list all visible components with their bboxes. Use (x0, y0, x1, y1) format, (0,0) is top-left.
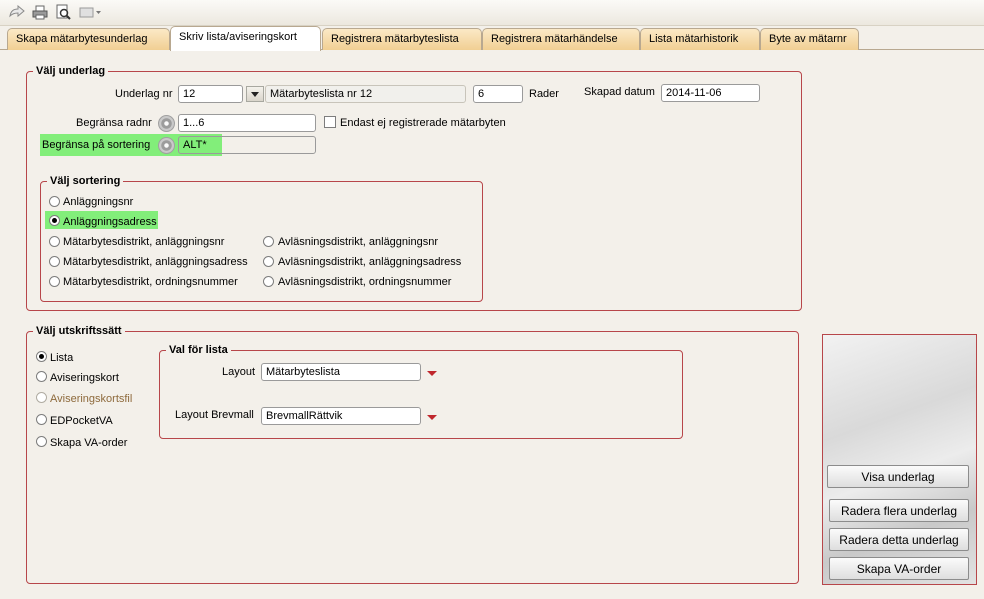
skapa-va-order-button[interactable]: Skapa VA-order (829, 557, 969, 580)
val-for-lista-legend: Val för lista (169, 344, 228, 356)
tab-bar: Skapa mätarbytesunderlag Skriv lista/avi… (0, 26, 984, 51)
gear-icon[interactable] (158, 115, 175, 132)
underlag-nr-label: Underlag nr (115, 88, 173, 100)
sort-option-label: Mätarbytesdistrikt, anläggningsnr (63, 236, 225, 248)
endast-ej-registrerade-checkbox[interactable] (324, 116, 336, 128)
tab-lista-matarhistorik[interactable]: Lista mätarhistorik (640, 28, 760, 50)
endast-ej-registrerade-label: Endast ej registrerade mätarbyten (340, 117, 506, 129)
valj-underlag-legend: Välj underlag (36, 65, 106, 77)
rader-label: Rader (529, 88, 559, 100)
skapad-datum-label: Skapad datum (584, 86, 655, 98)
sort-option-label: Mätarbytesdistrikt, ordningsnummer (63, 276, 238, 288)
underlag-nr-dropdown-button[interactable] (246, 86, 264, 102)
radio-anlaggningsadress[interactable] (49, 215, 60, 226)
tab-byte-av-matarnr[interactable]: Byte av mätarnr (760, 28, 859, 50)
export-dropdown-icon[interactable] (78, 3, 104, 21)
sort-option-label: Avläsningsdistrikt, ordningsnummer (278, 276, 452, 288)
tab-registrera-matarhandelse[interactable]: Registrera mätarhändelse (482, 28, 640, 50)
sort-option-label: Avläsningsdistrikt, anläggningsnr (278, 236, 438, 248)
printer-icon[interactable] (31, 3, 49, 21)
radio-aviseringskortsfil (36, 392, 47, 403)
visa-underlag-button[interactable]: Visa underlag (827, 465, 969, 488)
gear-icon[interactable] (158, 137, 175, 154)
begransa-sortering-label: Begränsa på sortering (42, 139, 151, 151)
tab-skriv-lista-aviseringskort[interactable]: Skriv lista/aviseringskort (170, 26, 321, 51)
radio-matarbytesdistrikt-anlaggningsadress[interactable] (49, 256, 60, 267)
layout-brevmall-label: Layout Brevmall (175, 409, 254, 421)
chevron-down-icon (427, 370, 437, 376)
valj-utskriftssatt-legend: Välj utskriftssätt (36, 325, 122, 337)
toolbar (0, 0, 984, 26)
print-option-label: Skapa VA-order (50, 437, 128, 449)
tab-skapa-matarbytesunderlag[interactable]: Skapa mätarbytesunderlag (7, 28, 170, 50)
sort-option-label: Mätarbytesdistrikt, anläggningsadress (63, 256, 248, 268)
val-for-lista-group: Val för lista (159, 344, 683, 439)
rader-field[interactable] (473, 85, 523, 103)
brevmall-select[interactable] (261, 407, 421, 425)
print-option-label-disabled: Aviseringskortsfil (50, 393, 133, 405)
skapad-datum-field[interactable] (661, 84, 760, 102)
begransa-sortering-input[interactable] (178, 136, 316, 154)
print-option-label: Aviseringskort (50, 372, 119, 384)
underlag-name-field (265, 85, 466, 103)
radera-detta-underlag-button[interactable]: Radera detta underlag (829, 528, 969, 551)
radera-flera-underlag-button[interactable]: Radera flera underlag (829, 499, 969, 522)
chevron-down-icon (251, 91, 259, 97)
layout-select[interactable] (261, 363, 421, 381)
brevmall-dropdown-button[interactable] (423, 409, 441, 425)
print-option-label: EDPocketVA (50, 415, 113, 427)
radio-lista[interactable] (36, 351, 47, 362)
begransa-radnr-label: Begränsa radnr (76, 117, 152, 129)
sort-option-label: Anläggningsadress (63, 216, 157, 228)
radio-skapa-va-order[interactable] (36, 436, 47, 447)
underlag-nr-input[interactable] (178, 85, 243, 103)
chevron-down-icon (427, 414, 437, 420)
begransa-radnr-input[interactable] (178, 114, 316, 132)
radio-anlaggningsnr[interactable] (49, 196, 60, 207)
tab-registrera-matarbyteslista[interactable]: Registrera mätarbyteslista (322, 28, 482, 50)
radio-edpocketva[interactable] (36, 414, 47, 425)
sort-option-label: Anläggningsnr (63, 196, 134, 208)
radio-avlasningsdistrikt-ordningsnummer[interactable] (263, 276, 274, 287)
radio-aviseringskort[interactable] (36, 371, 47, 382)
radio-avlasningsdistrikt-anlaggningsadress[interactable] (263, 256, 274, 267)
radio-avlasningsdistrikt-anlaggningsnr[interactable] (263, 236, 274, 247)
sort-option-label: Avläsningsdistrikt, anläggningsadress (278, 256, 462, 268)
forward-arrow-icon[interactable] (8, 3, 26, 21)
radio-matarbytesdistrikt-anlaggningsnr[interactable] (49, 236, 60, 247)
layout-dropdown-button[interactable] (423, 365, 441, 381)
print-option-label: Lista (50, 352, 74, 364)
layout-label: Layout (222, 366, 256, 378)
print-preview-icon[interactable] (54, 3, 72, 21)
radio-matarbytesdistrikt-ordningsnummer[interactable] (49, 276, 60, 287)
valj-sortering-legend: Välj sortering (50, 175, 121, 187)
